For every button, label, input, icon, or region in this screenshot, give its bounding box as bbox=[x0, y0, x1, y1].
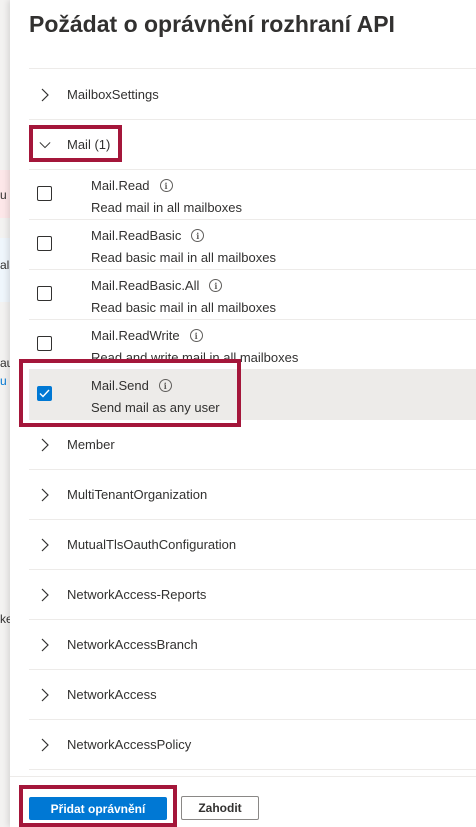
group-label: NetworkAccessBranch bbox=[67, 637, 198, 652]
permission-description: Read basic mail in all mailboxes bbox=[91, 250, 276, 265]
info-icon[interactable]: i bbox=[158, 379, 172, 392]
chevron-right-icon bbox=[39, 638, 51, 651]
permission-name: Mail.Read bbox=[91, 178, 150, 193]
permission-description: Read and write mail in all mailboxes bbox=[91, 350, 299, 365]
chevron-right-icon bbox=[39, 738, 51, 751]
group-label: MailboxSettings bbox=[67, 87, 159, 102]
permission-checkbox[interactable] bbox=[37, 336, 52, 351]
group-label: NetworkAccessPolicy bbox=[67, 737, 192, 752]
group-label: MultiTenantOrganization bbox=[67, 487, 208, 502]
permission-row-mail-readwrite[interactable]: Mail.ReadWrite i Read and write mail in … bbox=[29, 320, 476, 370]
permission-name: Mail.ReadBasic bbox=[91, 228, 182, 243]
permission-row-mail-readbasic-all[interactable]: Mail.ReadBasic.All i Read basic mail in … bbox=[29, 270, 476, 320]
permission-description: Read basic mail in all mailboxes bbox=[91, 300, 276, 315]
discard-button[interactable]: Zahodit bbox=[181, 796, 259, 820]
chevron-right-icon bbox=[39, 588, 51, 601]
group-label: Member bbox=[67, 437, 115, 452]
permission-description: Read mail in all mailboxes bbox=[91, 200, 243, 215]
footer-divider bbox=[10, 776, 476, 777]
background-link: u bbox=[0, 374, 7, 388]
group-label: MutualTlsOauthConfiguration bbox=[67, 537, 237, 552]
divider bbox=[29, 68, 476, 69]
checkmark-icon bbox=[39, 389, 50, 398]
permission-name: Mail.ReadWrite bbox=[91, 328, 180, 343]
chevron-right-icon bbox=[39, 688, 51, 701]
chevron-down-icon bbox=[39, 139, 51, 151]
permission-name: Mail.Send bbox=[91, 378, 149, 393]
info-icon[interactable]: i bbox=[209, 279, 223, 292]
background-text: u bbox=[0, 188, 7, 202]
permission-checkbox-checked[interactable] bbox=[37, 386, 52, 401]
chevron-right-icon bbox=[39, 538, 51, 551]
info-icon[interactable]: i bbox=[159, 179, 173, 192]
permission-group-mutualtlsoauthconfiguration[interactable]: MutualTlsOauthConfiguration bbox=[29, 520, 476, 570]
permission-checkbox[interactable] bbox=[37, 286, 52, 301]
permission-checkbox[interactable] bbox=[37, 186, 52, 201]
permission-group-networkaccess-reports[interactable]: NetworkAccess-Reports bbox=[29, 570, 476, 620]
background-text: ala bbox=[0, 258, 10, 272]
chevron-right-icon bbox=[39, 438, 51, 451]
add-permissions-button[interactable]: Přidat oprávnění bbox=[29, 797, 167, 820]
permission-group-networkaccess[interactable]: NetworkAccess bbox=[29, 670, 476, 720]
info-icon[interactable]: i bbox=[189, 329, 203, 342]
request-api-permissions-panel: Požádat o oprávnění rozhraní API Mailbox… bbox=[10, 0, 476, 827]
permission-row-mail-read[interactable]: Mail.Read i Read mail in all mailboxes bbox=[29, 170, 476, 220]
permission-group-networkaccesspolicy[interactable]: NetworkAccessPolicy bbox=[29, 720, 476, 770]
chevron-right-icon bbox=[39, 488, 51, 501]
permission-group-mailboxsettings[interactable]: MailboxSettings bbox=[29, 70, 476, 120]
info-icon[interactable]: i bbox=[191, 229, 205, 242]
permission-group-multitenantorganization[interactable]: MultiTenantOrganization bbox=[29, 470, 476, 520]
chevron-right-icon bbox=[39, 88, 51, 101]
permission-row-mail-readbasic[interactable]: Mail.ReadBasic i Read basic mail in all … bbox=[29, 220, 476, 270]
background-text: au bbox=[0, 356, 10, 370]
permission-name: Mail.ReadBasic.All bbox=[91, 278, 200, 293]
permission-row-mail-send[interactable]: Mail.Send i Send mail as any user bbox=[29, 370, 476, 420]
permission-group-member[interactable]: Member bbox=[29, 420, 476, 470]
group-label: NetworkAccess-Reports bbox=[67, 587, 207, 602]
permission-checkbox[interactable] bbox=[37, 236, 52, 251]
permission-group-networkaccessbranch[interactable]: NetworkAccessBranch bbox=[29, 620, 476, 670]
permission-description: Send mail as any user bbox=[91, 400, 220, 415]
group-label: NetworkAccess bbox=[67, 687, 157, 702]
panel-title: Požádat o oprávnění rozhraní API bbox=[29, 11, 395, 37]
group-label: Mail (1) bbox=[67, 137, 111, 152]
background-page: u ala u au ke bbox=[0, 0, 10, 827]
permission-group-mail[interactable]: Mail (1) bbox=[29, 120, 476, 170]
background-text: ke bbox=[0, 612, 10, 626]
